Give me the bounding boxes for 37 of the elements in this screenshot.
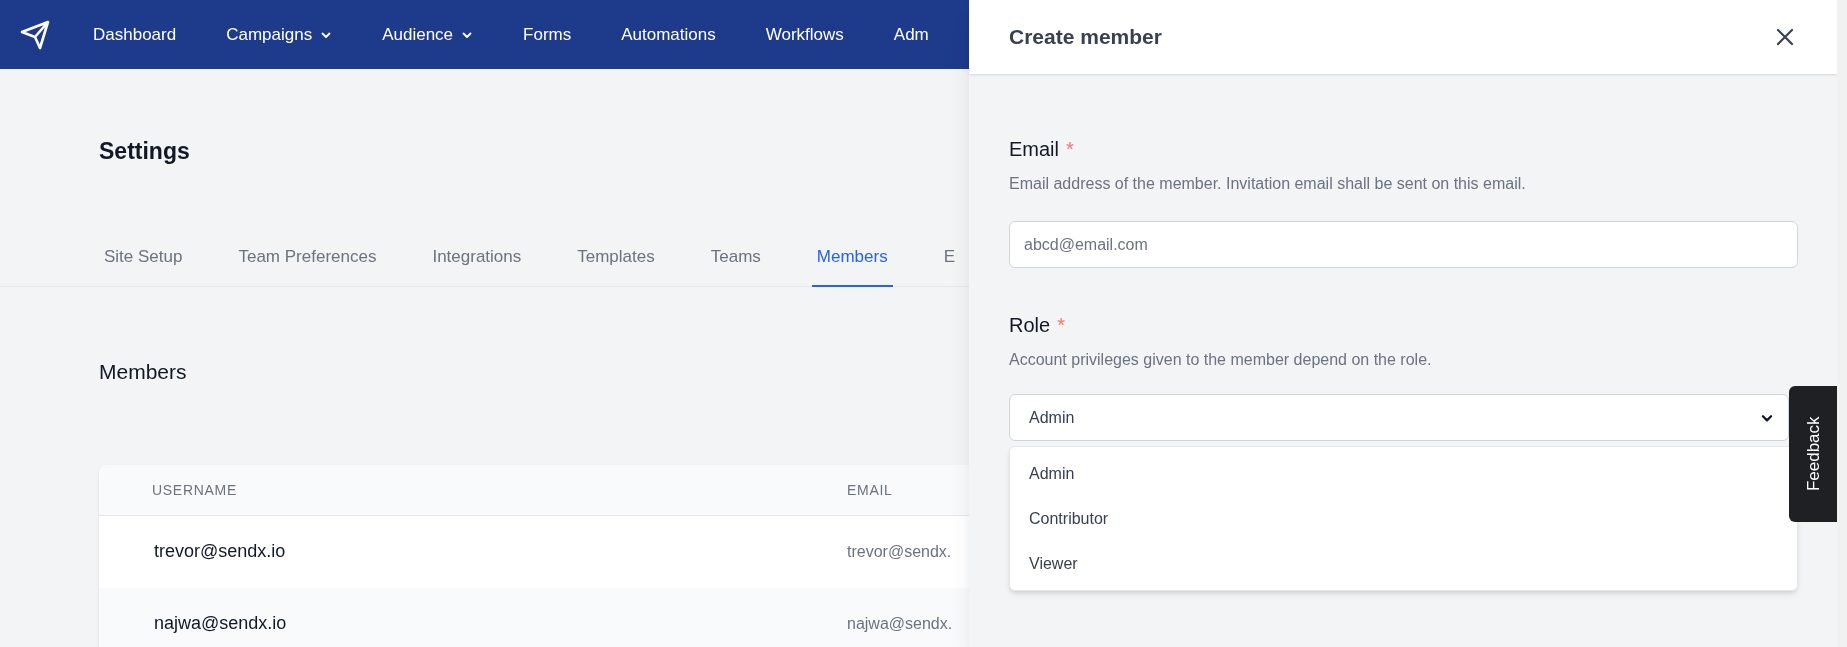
field-label: Email [1009, 137, 1059, 162]
email-field[interactable]: abcd@email.com [1009, 221, 1798, 268]
table-cell-text: trevor@sendx.io [153, 541, 286, 561]
nav-item[interactable]: Campaigns [226, 21, 333, 48]
dropdown-option[interactable]: Viewer [1010, 541, 1770, 586]
field-label: Role [1009, 313, 1051, 338]
dropdown-option[interactable]: Contributor [1010, 496, 1770, 541]
close-icon [1776, 28, 1794, 46]
table-cell: najwa@sendx. [847, 614, 953, 632]
tab[interactable]: Integrations [427, 243, 527, 287]
tab[interactable]: E [938, 243, 960, 287]
column-header: EMAIL [847, 481, 893, 498]
nav-item[interactable]: Adm [893, 21, 929, 48]
field-description: Email address of the member. Invitation email shall be sent on this email. [1009, 174, 1527, 194]
scrollbar[interactable] [1837, 0, 1847, 647]
table-cell: trevor@sendx. [847, 542, 952, 560]
nav-item[interactable]: Automations [621, 21, 716, 48]
tab[interactable]: Teams [705, 243, 766, 287]
role-select[interactable]: Admin [1009, 394, 1789, 441]
tab[interactable]: Site Setup [99, 243, 188, 287]
nav-item[interactable]: Audience [382, 21, 474, 48]
tab[interactable]: Templates [572, 243, 660, 287]
nav-item[interactable]: Forms [523, 21, 572, 48]
required-mark: * [1057, 313, 1065, 338]
field-description: Account privileges given to the member depend on the role. [1009, 350, 1433, 370]
tab[interactable]: Members [811, 243, 893, 287]
dropdown-option[interactable]: Admin [1010, 451, 1770, 496]
page-title: Settings [99, 137, 191, 166]
section-title: Members [99, 359, 188, 385]
nav-item[interactable]: Workflows [765, 21, 844, 48]
nav-item[interactable]: Dashboard [93, 21, 177, 48]
feedback-tab[interactable]: Feedback [1789, 386, 1837, 522]
required-mark: * [1066, 137, 1074, 162]
drawer-title: Create member [1009, 24, 1162, 51]
table-cell-text: najwa@sendx.io [153, 613, 287, 633]
tab[interactable]: Team Preferences [233, 243, 382, 287]
column-header: USERNAME [152, 481, 237, 498]
